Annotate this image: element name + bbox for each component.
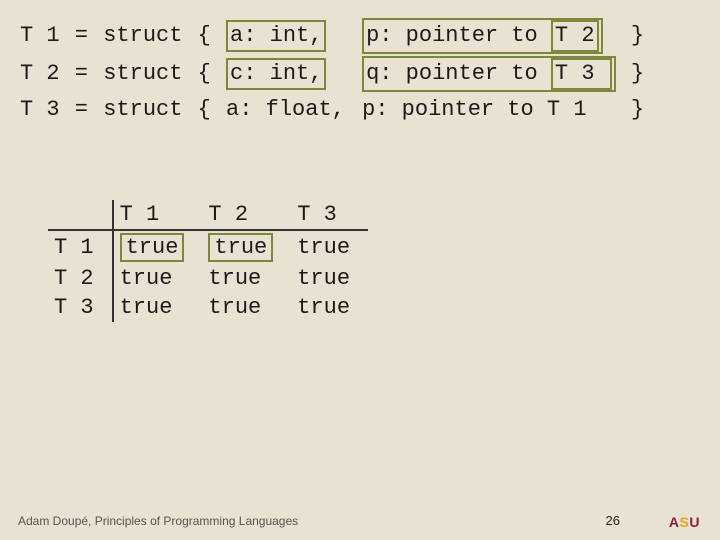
field-box: q: pointer to T 3 [362, 56, 616, 92]
def-close: } [618, 18, 644, 54]
def-field1: c: int, [226, 56, 345, 92]
cell-highlight: true [120, 233, 185, 262]
row-header: T 2 [48, 264, 113, 293]
col-header: T 2 [202, 200, 291, 230]
field-box: c: int, [226, 58, 326, 90]
def-field2: q: pointer to T 3 [362, 56, 616, 92]
def-kw: struct [103, 94, 182, 126]
cell-highlight: true [208, 233, 273, 262]
def-lhs: T 1 [20, 18, 60, 54]
logo-letter: S [680, 514, 690, 530]
def-row: T 3 = struct { a: float, p: pointer to T… [20, 94, 644, 126]
asu-logo: ASU [669, 514, 700, 530]
field-box: p: pointer to T 2 [362, 18, 602, 54]
def-row: T 2 = struct { c: int, q: pointer to T 3… [20, 56, 644, 92]
matrix-cell: true [113, 230, 203, 264]
def-close: } [618, 94, 644, 126]
def-field1: a: float, [226, 94, 345, 126]
field-box: a: int, [226, 20, 326, 52]
matrix-cell: true [291, 293, 368, 322]
col-header: T 3 [291, 200, 368, 230]
type-ref-box: T 3 [551, 58, 612, 90]
matrix-cell: true [291, 264, 368, 293]
def-eq: = [62, 56, 102, 92]
type-ref-box: T 2 [551, 20, 599, 52]
col-header: T 1 [113, 200, 203, 230]
def-open: { [184, 94, 224, 126]
def-eq: = [62, 18, 102, 54]
def-mid [347, 18, 360, 54]
row-header: T 1 [48, 230, 113, 264]
matrix-cell: true [291, 230, 368, 264]
footer-credit: Adam Doupé, Principles of Programming La… [18, 514, 298, 528]
def-row: T 1 = struct { a: int, p: pointer to T 2… [20, 18, 644, 54]
matrix-corner [48, 200, 113, 230]
matrix-cell: true [202, 264, 291, 293]
page-number: 26 [606, 513, 620, 528]
matrix-row: T 1 true true true [48, 230, 368, 264]
def-open: { [184, 18, 224, 54]
def-lhs: T 2 [20, 56, 60, 92]
matrix-row: T 2 true true true [48, 264, 368, 293]
def-eq: = [62, 94, 102, 126]
matrix-cell: true [202, 293, 291, 322]
def-field2: p: pointer to T 2 [362, 18, 616, 54]
matrix-cell: true [113, 264, 203, 293]
def-mid [347, 94, 360, 126]
def-kw: struct [103, 56, 182, 92]
def-field2: p: pointer to T 1 [362, 94, 616, 126]
matrix-cell: true [113, 293, 203, 322]
matrix-cell: true [202, 230, 291, 264]
logo-letter: A [669, 514, 680, 530]
matrix-row: T 3 true true true [48, 293, 368, 322]
def-lhs: T 3 [20, 94, 60, 126]
logo-letter: U [689, 514, 700, 530]
def-field1: a: int, [226, 18, 345, 54]
type-definitions: T 1 = struct { a: int, p: pointer to T 2… [18, 16, 646, 128]
def-close: } [618, 56, 644, 92]
def-kw: struct [103, 18, 182, 54]
row-header: T 3 [48, 293, 113, 322]
def-mid [347, 56, 360, 92]
equivalence-matrix: T 1 T 2 T 3 T 1 true true true T 2 true … [48, 200, 368, 322]
def-open: { [184, 56, 224, 92]
